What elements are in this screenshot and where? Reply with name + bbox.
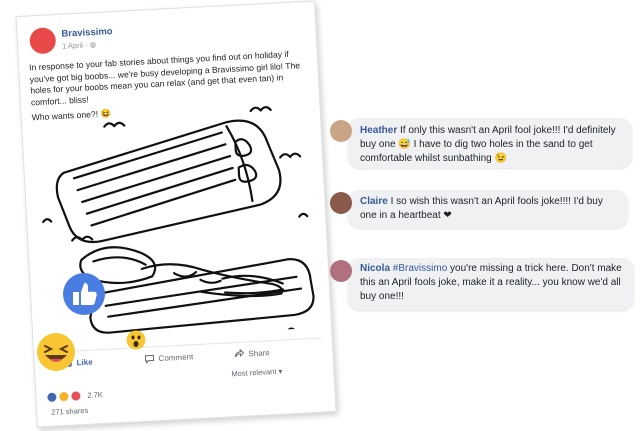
commenter-avatar[interactable] <box>330 120 352 142</box>
comment-bubble: Nicola #Bravissimo you're missing a tric… <box>330 258 634 310</box>
commenter-name[interactable]: Claire <box>360 196 388 207</box>
wave-doodle <box>298 212 309 218</box>
comment-text: Claire I so wish this wasn't an April fo… <box>360 195 622 223</box>
empty-lilo-drawing <box>55 119 282 244</box>
shares-count[interactable]: 271 shares <box>51 406 89 417</box>
post-meta: 1 April · ◍ <box>62 40 96 51</box>
wave-doodle <box>249 106 272 113</box>
comment-bubble: Heather If only this wasn't an April foo… <box>330 118 632 168</box>
comment-button[interactable]: Comment <box>144 351 193 364</box>
reaction-count: 2.7K <box>87 390 104 400</box>
wave-doodle <box>279 152 302 159</box>
page-mention-link[interactable]: #Bravissimo <box>393 263 447 274</box>
comment-text: Nicola #Bravissimo you're missing a tric… <box>360 262 628 304</box>
comment-label: Comment <box>158 351 194 363</box>
surprised-emoji-icon <box>126 330 146 350</box>
commenter-avatar[interactable] <box>330 260 352 282</box>
wow-reaction-icon <box>58 390 70 403</box>
laughing-emoji-icon <box>37 333 75 371</box>
sort-dropdown[interactable]: Most relevant ▾ <box>231 367 282 379</box>
share-arrow-icon <box>235 348 245 358</box>
wave-doodle <box>103 121 126 128</box>
page-name[interactable]: Bravissimo <box>61 26 113 40</box>
reactions-summary[interactable]: 2.7K <box>46 389 104 404</box>
commenter-name[interactable]: Nicola <box>360 263 390 274</box>
comment-bubble: Claire I so wish this wasn't an April fo… <box>330 190 628 228</box>
comment-body: I so wish this wasn't an April fools jok… <box>360 196 603 221</box>
love-reaction-icon <box>70 390 82 402</box>
globe-icon: ◍ <box>89 39 97 50</box>
commenter-name[interactable]: Heather <box>360 125 397 136</box>
lilo-with-woman-drawing <box>79 246 315 334</box>
wave-doodle <box>42 218 53 224</box>
post-date[interactable]: 1 April · <box>62 40 90 50</box>
thumbs-up-icon <box>63 273 105 315</box>
commenter-avatar[interactable] <box>330 192 352 214</box>
share-button[interactable]: Share <box>234 347 270 359</box>
comment-body: If only this wasn't an April fool joke!!… <box>360 125 616 164</box>
share-label: Share <box>248 347 270 358</box>
comment-icon <box>144 354 155 364</box>
comment-text: Heather If only this wasn't an April foo… <box>360 124 624 166</box>
wave-doodle <box>286 327 297 333</box>
page-avatar[interactable] <box>29 27 57 55</box>
like-reaction-icon <box>46 391 58 404</box>
like-label: Like <box>76 357 93 367</box>
